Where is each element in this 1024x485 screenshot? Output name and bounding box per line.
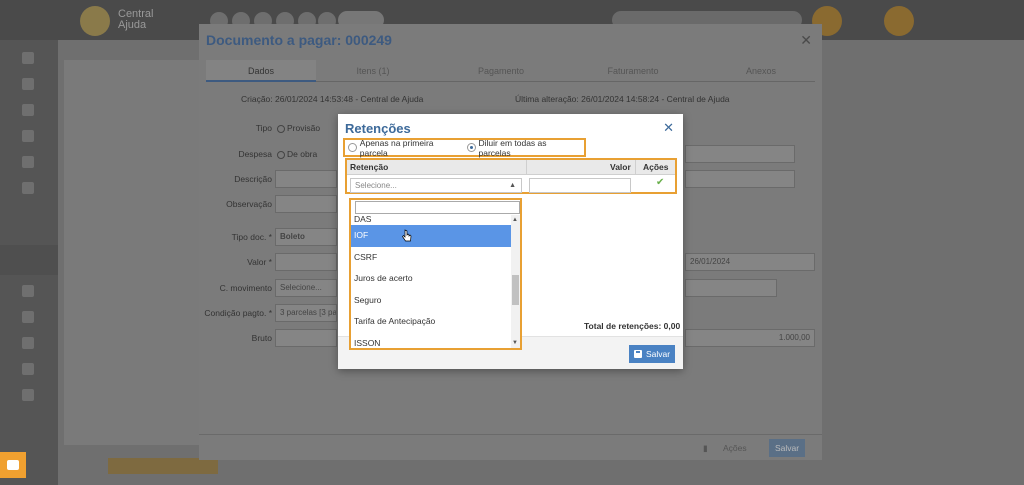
tipo-label: Tipo: [255, 123, 272, 133]
descricao-label: Descrição: [234, 174, 272, 184]
option-label: Diluir em todas as parcelas: [478, 137, 547, 158]
table-header: Retenção Valor Ações: [347, 160, 675, 175]
despesa-label: Despesa: [238, 149, 272, 159]
tipo-doc-label: Tipo doc. *: [231, 232, 272, 242]
last-change-info: Última alteração: 26/01/2024 14:58:24 - …: [515, 94, 730, 104]
dropdown-search-input[interactable]: [355, 201, 520, 214]
column-retencao: Retenção: [350, 162, 389, 172]
bruto-label: Bruto: [251, 333, 272, 343]
chat-help-button[interactable]: [0, 452, 26, 478]
despesa-select[interactable]: [685, 145, 795, 163]
user-avatar[interactable]: [884, 6, 914, 36]
document-modal-footer: ▮ Ações Salvar: [199, 434, 822, 460]
dropdown-option-juros[interactable]: Juros de acerto: [351, 268, 511, 290]
despesa-radio[interactable]: De obra: [277, 145, 317, 163]
bruto-right-field[interactable]: 1.000,00: [685, 329, 815, 347]
c-movimento-label: C. movimento: [219, 283, 272, 293]
scroll-thumb[interactable]: [512, 275, 519, 305]
condicao-select[interactable]: 3 parcelas [3 pa: [275, 304, 337, 322]
sidebar-icon[interactable]: [22, 104, 34, 116]
sidebar-icon[interactable]: [22, 337, 34, 349]
valor-label: Valor *: [247, 257, 272, 267]
sidebar-icon[interactable]: [22, 78, 34, 90]
brand-logo-icon: [80, 6, 110, 36]
radio-selected-icon: [466, 143, 476, 152]
date-field[interactable]: 26/01/2024: [685, 253, 815, 271]
valor-field[interactable]: [275, 253, 337, 271]
dropdown-option-tarifa[interactable]: Tarifa de Antecipação: [351, 311, 511, 333]
hand-cursor-icon: [402, 229, 412, 242]
sidebar-icon[interactable]: [22, 156, 34, 168]
total-retencoes: Total de retenções: 0,00: [584, 321, 681, 331]
radio-icon: [348, 143, 357, 152]
dropdown-option-das[interactable]: DAS: [351, 215, 511, 225]
brand-name: Central Ajuda: [118, 8, 154, 31]
check-icon[interactable]: ✔: [656, 177, 664, 188]
descricao-right-select[interactable]: [685, 170, 795, 188]
retencao-select[interactable]: Selecione... ▲: [350, 178, 522, 193]
salvar-button[interactable]: Salvar: [629, 345, 675, 363]
chat-icon: [7, 460, 19, 470]
sidebar: [0, 40, 58, 485]
salvar-doc-button[interactable]: Salvar: [769, 439, 806, 457]
background-filter-panel: [64, 60, 199, 445]
chevron-up-icon: ▲: [509, 182, 516, 189]
retencao-dropdown: DAS IOF CSRF Juros de acerto Seguro Tari…: [349, 198, 522, 350]
select-placeholder: Selecione...: [355, 181, 397, 190]
sidebar-icon[interactable]: [22, 130, 34, 142]
tipo-doc-select[interactable]: Boleto: [275, 228, 337, 246]
background-button: [108, 458, 218, 474]
save-icon: [634, 350, 642, 358]
scroll-up-icon[interactable]: ▲: [512, 217, 518, 223]
tipo-radio[interactable]: Provisão: [277, 119, 320, 137]
document-tabs: Dados Itens (1) Pagamento Faturamento An…: [206, 60, 815, 82]
dropdown-option-seguro[interactable]: Seguro: [351, 290, 511, 312]
sidebar-icon[interactable]: [22, 182, 34, 194]
tab-dados[interactable]: Dados: [206, 60, 316, 82]
tab-pagamento[interactable]: Pagamento: [446, 60, 556, 82]
column-divider: [635, 160, 636, 175]
dropdown-scrollbar[interactable]: ▲ ▼: [511, 215, 520, 348]
dropdown-options: DAS IOF CSRF Juros de acerto Seguro Tari…: [351, 215, 511, 348]
dropdown-option-csrf[interactable]: CSRF: [351, 247, 511, 269]
c-movimento-right-select[interactable]: [685, 279, 777, 297]
dropdown-option-isson[interactable]: ISSON: [351, 333, 511, 349]
column-acoes: Ações: [643, 162, 669, 172]
option-diluir-parcelas[interactable]: Diluir em todas as parcelas: [466, 137, 578, 158]
condicao-label: Condição pagto. *: [204, 308, 272, 318]
bruto-field[interactable]: [275, 329, 337, 347]
tab-itens[interactable]: Itens (1): [318, 60, 428, 82]
tab-faturamento[interactable]: Faturamento: [578, 60, 688, 82]
sidebar-icon[interactable]: [22, 311, 34, 323]
option-label: Apenas na primeira parcela: [359, 137, 434, 158]
retencoes-title: Retenções: [345, 121, 411, 136]
retencoes-table: Retenção Valor Ações Selecione... ▲ ✔: [345, 158, 677, 194]
column-divider: [526, 160, 527, 175]
document-modal-title: Documento a pagar: 000249: [206, 32, 392, 48]
close-icon[interactable]: ✕: [800, 32, 812, 49]
descricao-field[interactable]: [275, 170, 337, 188]
sidebar-icon[interactable]: [22, 363, 34, 375]
scroll-down-icon[interactable]: ▼: [512, 340, 518, 346]
sidebar-icon[interactable]: [22, 389, 34, 401]
close-icon[interactable]: ✕: [663, 120, 674, 136]
dropdown-option-iof[interactable]: IOF: [351, 225, 511, 247]
valor-input[interactable]: [529, 178, 631, 193]
tab-anexos[interactable]: Anexos: [706, 60, 816, 82]
print-icon[interactable]: ▮: [697, 439, 714, 457]
salvar-label: Salvar: [646, 349, 671, 359]
creation-info: Criação: 26/01/2024 14:53:48 - Central d…: [241, 94, 424, 104]
sidebar-icon[interactable]: [22, 52, 34, 64]
column-valor: Valor: [610, 162, 631, 172]
acoes-button[interactable]: Ações: [717, 439, 753, 457]
sidebar-item-active[interactable]: [0, 245, 58, 275]
observacao-field[interactable]: [275, 195, 337, 213]
retencao-mode-options: Apenas na primeira parcela Diluir em tod…: [343, 137, 586, 158]
sidebar-icon[interactable]: [22, 285, 34, 297]
option-primeira-parcela[interactable]: Apenas na primeira parcela: [348, 138, 461, 158]
c-movimento-select[interactable]: Selecione...: [275, 279, 337, 297]
observacao-label: Observação: [226, 199, 272, 209]
